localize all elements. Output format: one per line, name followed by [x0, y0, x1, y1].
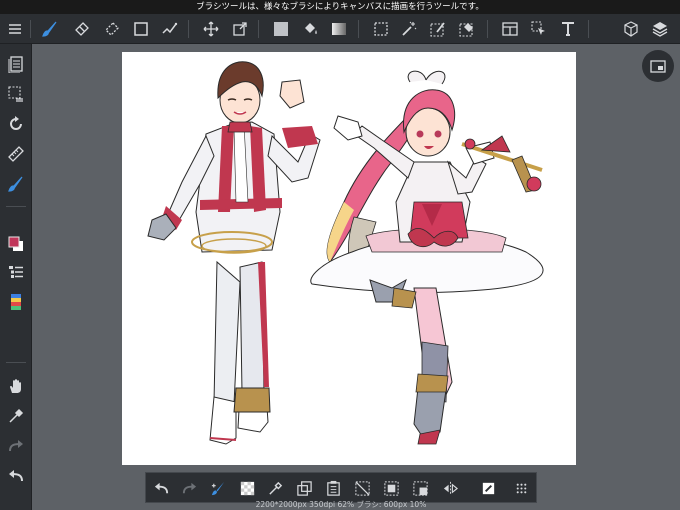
- gradient-icon[interactable]: [327, 17, 351, 41]
- canvas-info-text: 2200*2000px 350dpi 62% ブラシ: 600px 10%: [255, 500, 427, 509]
- select-icon[interactable]: [369, 17, 393, 41]
- move-icon[interactable]: [199, 17, 223, 41]
- shape-icon[interactable]: [129, 17, 153, 41]
- select-eraser-icon[interactable]: [455, 17, 479, 41]
- copy-icon[interactable]: [292, 476, 316, 500]
- deselect-icon[interactable]: [350, 476, 374, 500]
- transparent-icon[interactable]: [235, 476, 259, 500]
- select-move-icon[interactable]: [527, 17, 551, 41]
- male-character: [147, 61, 321, 445]
- app-window: ブラシツールは、様々なブラシによりキャンバスに描画を行うツールです。 2200*…: [0, 0, 680, 510]
- invert-select-icon[interactable]: [408, 476, 432, 500]
- eyedropper-icon[interactable]: [4, 404, 28, 428]
- female-character: [310, 70, 544, 445]
- fill-color-icon[interactable]: [269, 17, 293, 41]
- redo-icon[interactable]: [4, 434, 28, 458]
- status-bar: ブラシツールは、様々なブラシによりキャンバスに描画を行うツールです。: [0, 0, 680, 14]
- illustration: [147, 61, 544, 445]
- menu-icon[interactable]: [3, 17, 27, 41]
- magic-wand-icon[interactable]: [397, 17, 421, 41]
- transform-icon[interactable]: [228, 17, 252, 41]
- select-all-icon[interactable]: [379, 476, 403, 500]
- selection-icon[interactable]: [4, 82, 28, 106]
- brush-icon[interactable]: [38, 17, 62, 41]
- eraser-icon[interactable]: [70, 17, 94, 41]
- paste-icon[interactable]: [321, 476, 345, 500]
- ruler-icon[interactable]: [4, 142, 28, 166]
- redo-icon[interactable]: [177, 476, 201, 500]
- undo-icon[interactable]: [4, 464, 28, 488]
- navigator-button[interactable]: [642, 50, 674, 82]
- page-icon[interactable]: [4, 52, 28, 76]
- fill-icon[interactable]: [476, 476, 500, 500]
- snap-icon[interactable]: [206, 476, 230, 500]
- select-pen-icon[interactable]: [426, 17, 450, 41]
- navigator-icon: [650, 60, 666, 73]
- color-icon[interactable]: [4, 232, 28, 256]
- palette-icon[interactable]: [4, 290, 28, 314]
- dot-icon[interactable]: [158, 17, 182, 41]
- brush-settings-icon[interactable]: [4, 172, 28, 196]
- hand-icon[interactable]: [4, 374, 28, 398]
- panel-icon[interactable]: [498, 17, 522, 41]
- layer-icon[interactable]: [648, 17, 672, 41]
- layer-list-icon[interactable]: [4, 260, 28, 284]
- bucket-icon[interactable]: [298, 17, 322, 41]
- eyedropper-icon[interactable]: [263, 476, 287, 500]
- text-icon[interactable]: [556, 17, 580, 41]
- material-icon[interactable]: [619, 17, 643, 41]
- rotate-icon[interactable]: [4, 112, 28, 136]
- bottom-toolbar: [145, 472, 537, 503]
- status-message: ブラシツールは、様々なブラシによりキャンバスに描画を行うツールです。: [196, 2, 484, 12]
- undo-icon[interactable]: [149, 476, 173, 500]
- left-toolbar: [0, 44, 32, 510]
- blur-eraser-icon[interactable]: [100, 17, 124, 41]
- more-icon[interactable]: [509, 476, 533, 500]
- flip-icon[interactable]: [438, 476, 462, 500]
- drawing-canvas[interactable]: [122, 52, 576, 465]
- top-toolbar: [0, 14, 680, 44]
